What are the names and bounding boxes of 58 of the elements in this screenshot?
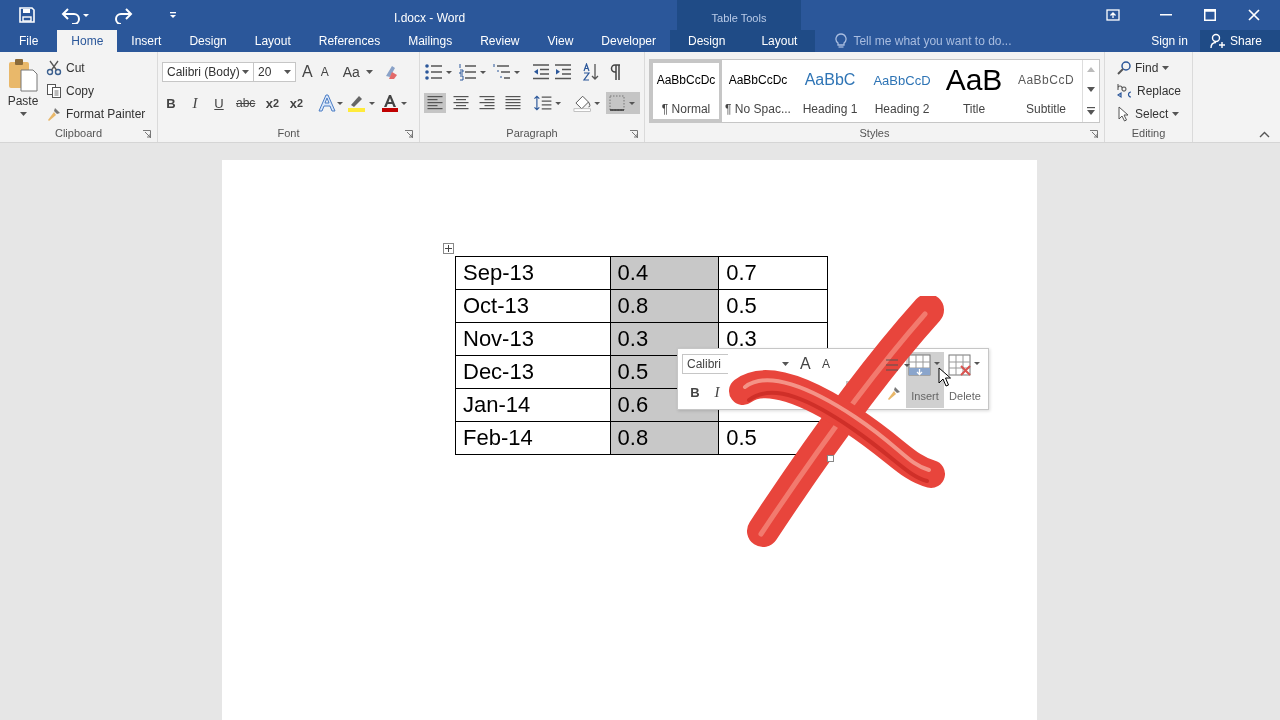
- group-label: Editing: [1131, 127, 1166, 139]
- grow-font-button[interactable]: A: [300, 63, 315, 81]
- italic-button[interactable]: I: [186, 94, 204, 112]
- table-cell: 0.5: [718, 289, 828, 323]
- contextual-title: Table Tools: [711, 11, 767, 24]
- group-label: Paragraph: [506, 127, 558, 139]
- bold-button[interactable]: B: [162, 95, 180, 111]
- ribbon-tab[interactable]: View: [533, 30, 588, 52]
- underline-button[interactable]: U: [210, 95, 228, 111]
- group-label: Styles: [859, 127, 890, 139]
- ribbon-tab[interactable]: File: [0, 30, 58, 52]
- style-item[interactable]: AaB Title: [938, 60, 1010, 122]
- table-cell: Feb-14: [455, 421, 611, 455]
- font-name-field[interactable]: Calibri (Body): [162, 62, 254, 82]
- table-cell: Jan-14: [455, 388, 611, 422]
- grow-font-button[interactable]: A: [798, 355, 813, 373]
- style-item[interactable]: AaBbCcDc ¶ No Spac...: [722, 60, 794, 122]
- ribbon-tab[interactable]: Design: [175, 30, 241, 52]
- ribbon-tab[interactable]: Developer: [587, 30, 670, 52]
- ribbon-tab[interactable]: Review: [466, 30, 534, 52]
- table-cell: 0.8: [610, 289, 719, 323]
- window-title: I.docx - Word: [394, 11, 466, 25]
- group-label: Clipboard: [54, 127, 103, 139]
- table-cell: 0.4: [610, 256, 719, 290]
- ribbon-tab[interactable]: References: [304, 30, 395, 52]
- format-painter-button[interactable]: Format Painter: [46, 104, 146, 124]
- sign-in-link[interactable]: Sign in: [1139, 30, 1200, 52]
- tell-me-field[interactable]: Tell me what you want to do...: [853, 34, 1124, 48]
- find-button[interactable]: Find: [1117, 58, 1188, 78]
- style-item[interactable]: AaBbCcD Subtitle: [1010, 60, 1082, 122]
- paste-button[interactable]: Paste: [4, 56, 42, 124]
- select-button[interactable]: Select: [1117, 104, 1188, 124]
- insert-button[interactable]: Insert: [906, 352, 944, 408]
- cut-button[interactable]: Cut: [46, 58, 146, 78]
- style-item[interactable]: AaBbCcDc ¶ Normal: [650, 60, 722, 122]
- replace-button[interactable]: Replace: [1117, 81, 1188, 101]
- table-cell: Oct-13: [455, 289, 611, 323]
- table-cell: Sep-13: [455, 256, 611, 290]
- ribbon-tab[interactable]: Home: [57, 30, 118, 52]
- ribbon-tab[interactable]: Layout: [240, 30, 305, 52]
- font-name-field[interactable]: Calibri: [682, 354, 728, 374]
- table-cell: 0.7: [718, 256, 828, 290]
- ribbon-tab[interactable]: Mailings: [394, 30, 467, 52]
- strike-button[interactable]: abc: [234, 96, 258, 110]
- copy-button[interactable]: Copy: [46, 81, 146, 101]
- table-cell: Nov-13: [455, 322, 611, 356]
- font-size-field[interactable]: 20: [253, 62, 296, 82]
- style-item[interactable]: AaBbCcD Heading 2: [866, 60, 938, 122]
- style-item[interactable]: AaBbC Heading 1: [794, 60, 866, 122]
- shrink-font-button[interactable]: A: [318, 65, 331, 79]
- shrink-font-button[interactable]: A: [820, 357, 832, 371]
- change-case-button[interactable]: Aa: [340, 64, 362, 80]
- ribbon-tab[interactable]: Insert: [117, 30, 176, 52]
- table-cell: 0.8: [610, 421, 719, 455]
- table-cell: Dec-13: [455, 355, 611, 389]
- delete-button[interactable]: Delete: [946, 352, 984, 408]
- group-label: Font: [277, 127, 300, 139]
- share-button[interactable]: Share: [1199, 30, 1280, 52]
